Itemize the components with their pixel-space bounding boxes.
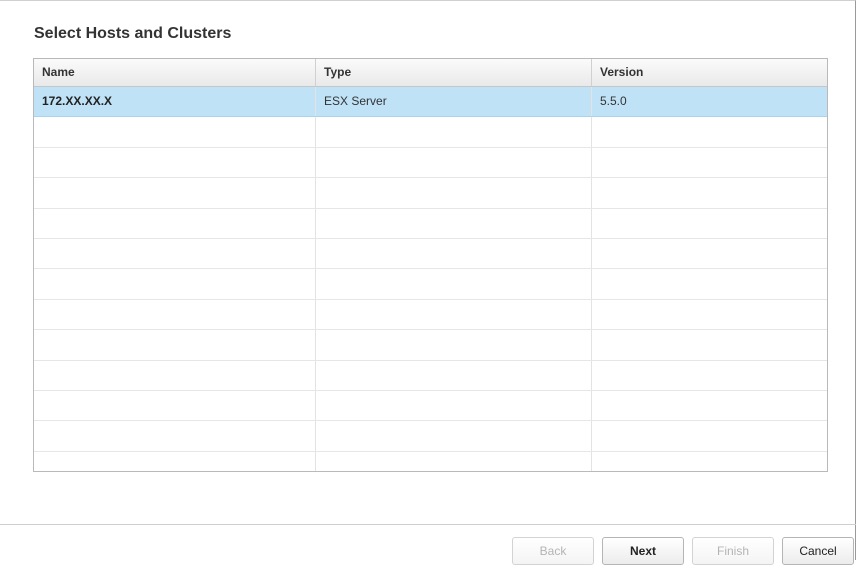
- cell-version: 5.5.0: [600, 94, 627, 108]
- select-hosts-dialog: Select Hosts and Clusters Name Type Vers…: [0, 0, 856, 565]
- table-row[interactable]: [34, 208, 827, 239]
- table-row[interactable]: [34, 451, 827, 471]
- cell-type: [316, 269, 592, 299]
- table-row[interactable]: 172.XX.XX.X ESX Server 5.5.0: [34, 87, 827, 118]
- cell-name: [34, 178, 316, 208]
- cell-name: [34, 208, 316, 238]
- table-row[interactable]: [34, 330, 827, 361]
- cell-version: [592, 178, 827, 207]
- cell-name: [34, 269, 316, 299]
- column-header-name[interactable]: Name: [34, 59, 316, 86]
- cell-name: 172.XX.XX.X: [34, 87, 316, 117]
- cell-type: [316, 238, 592, 269]
- column-header-version[interactable]: Version: [592, 59, 827, 86]
- next-button[interactable]: Next: [602, 537, 684, 565]
- footer-divider: [0, 524, 856, 525]
- table-row[interactable]: [34, 360, 827, 391]
- table-row[interactable]: [34, 178, 827, 209]
- table-row[interactable]: [34, 269, 827, 300]
- cell-version: [592, 269, 827, 298]
- table-row[interactable]: [34, 238, 827, 270]
- cell-name: [34, 147, 316, 178]
- cell-version: [592, 452, 827, 471]
- table-header: Name Type Version: [34, 59, 827, 87]
- cell-name: [34, 330, 316, 360]
- cell-name: [34, 117, 316, 147]
- cell-version: [592, 300, 827, 329]
- cell-version: [592, 117, 827, 146]
- table-row[interactable]: [34, 117, 827, 148]
- cell-type: [316, 390, 592, 421]
- cell-type: [316, 178, 592, 208]
- cell-type: [316, 451, 592, 471]
- hosts-table: Name Type Version 172.XX.XX.X ESX Server 5…: [33, 58, 828, 472]
- table-row[interactable]: [34, 147, 827, 179]
- cell-type: [316, 299, 592, 330]
- column-header-type[interactable]: Type: [316, 59, 592, 86]
- cell-name: [34, 360, 316, 390]
- cell-type: [316, 421, 592, 451]
- back-button[interactable]: Back: [512, 537, 594, 565]
- cell-name: [34, 390, 316, 421]
- table-row[interactable]: [34, 390, 827, 422]
- table-row[interactable]: [34, 299, 827, 331]
- cell-type: ESX Server: [316, 87, 592, 117]
- cell-version: [592, 391, 827, 420]
- cell-version: [592, 330, 827, 359]
- table-body: 172.XX.XX.X ESX Server 5.5.0: [34, 87, 827, 471]
- table-row[interactable]: [34, 421, 827, 452]
- dialog-title: Select Hosts and Clusters: [34, 25, 232, 42]
- finish-button[interactable]: Finish: [692, 537, 774, 565]
- cell-type: [316, 147, 592, 178]
- cell-type: [316, 208, 592, 238]
- cell-type: [316, 330, 592, 360]
- cell-name: [34, 421, 316, 451]
- cell-type: [316, 117, 592, 147]
- cell-type: [316, 360, 592, 390]
- cell-name: [34, 299, 316, 330]
- cell-version: [592, 361, 827, 390]
- cell-version: [592, 148, 827, 177]
- cell-version: [592, 421, 827, 450]
- cell-name: [34, 238, 316, 269]
- cell-version: [592, 239, 827, 268]
- cell-version: [592, 209, 827, 238]
- cancel-button[interactable]: Cancel: [782, 537, 854, 565]
- cell-name: [34, 451, 316, 471]
